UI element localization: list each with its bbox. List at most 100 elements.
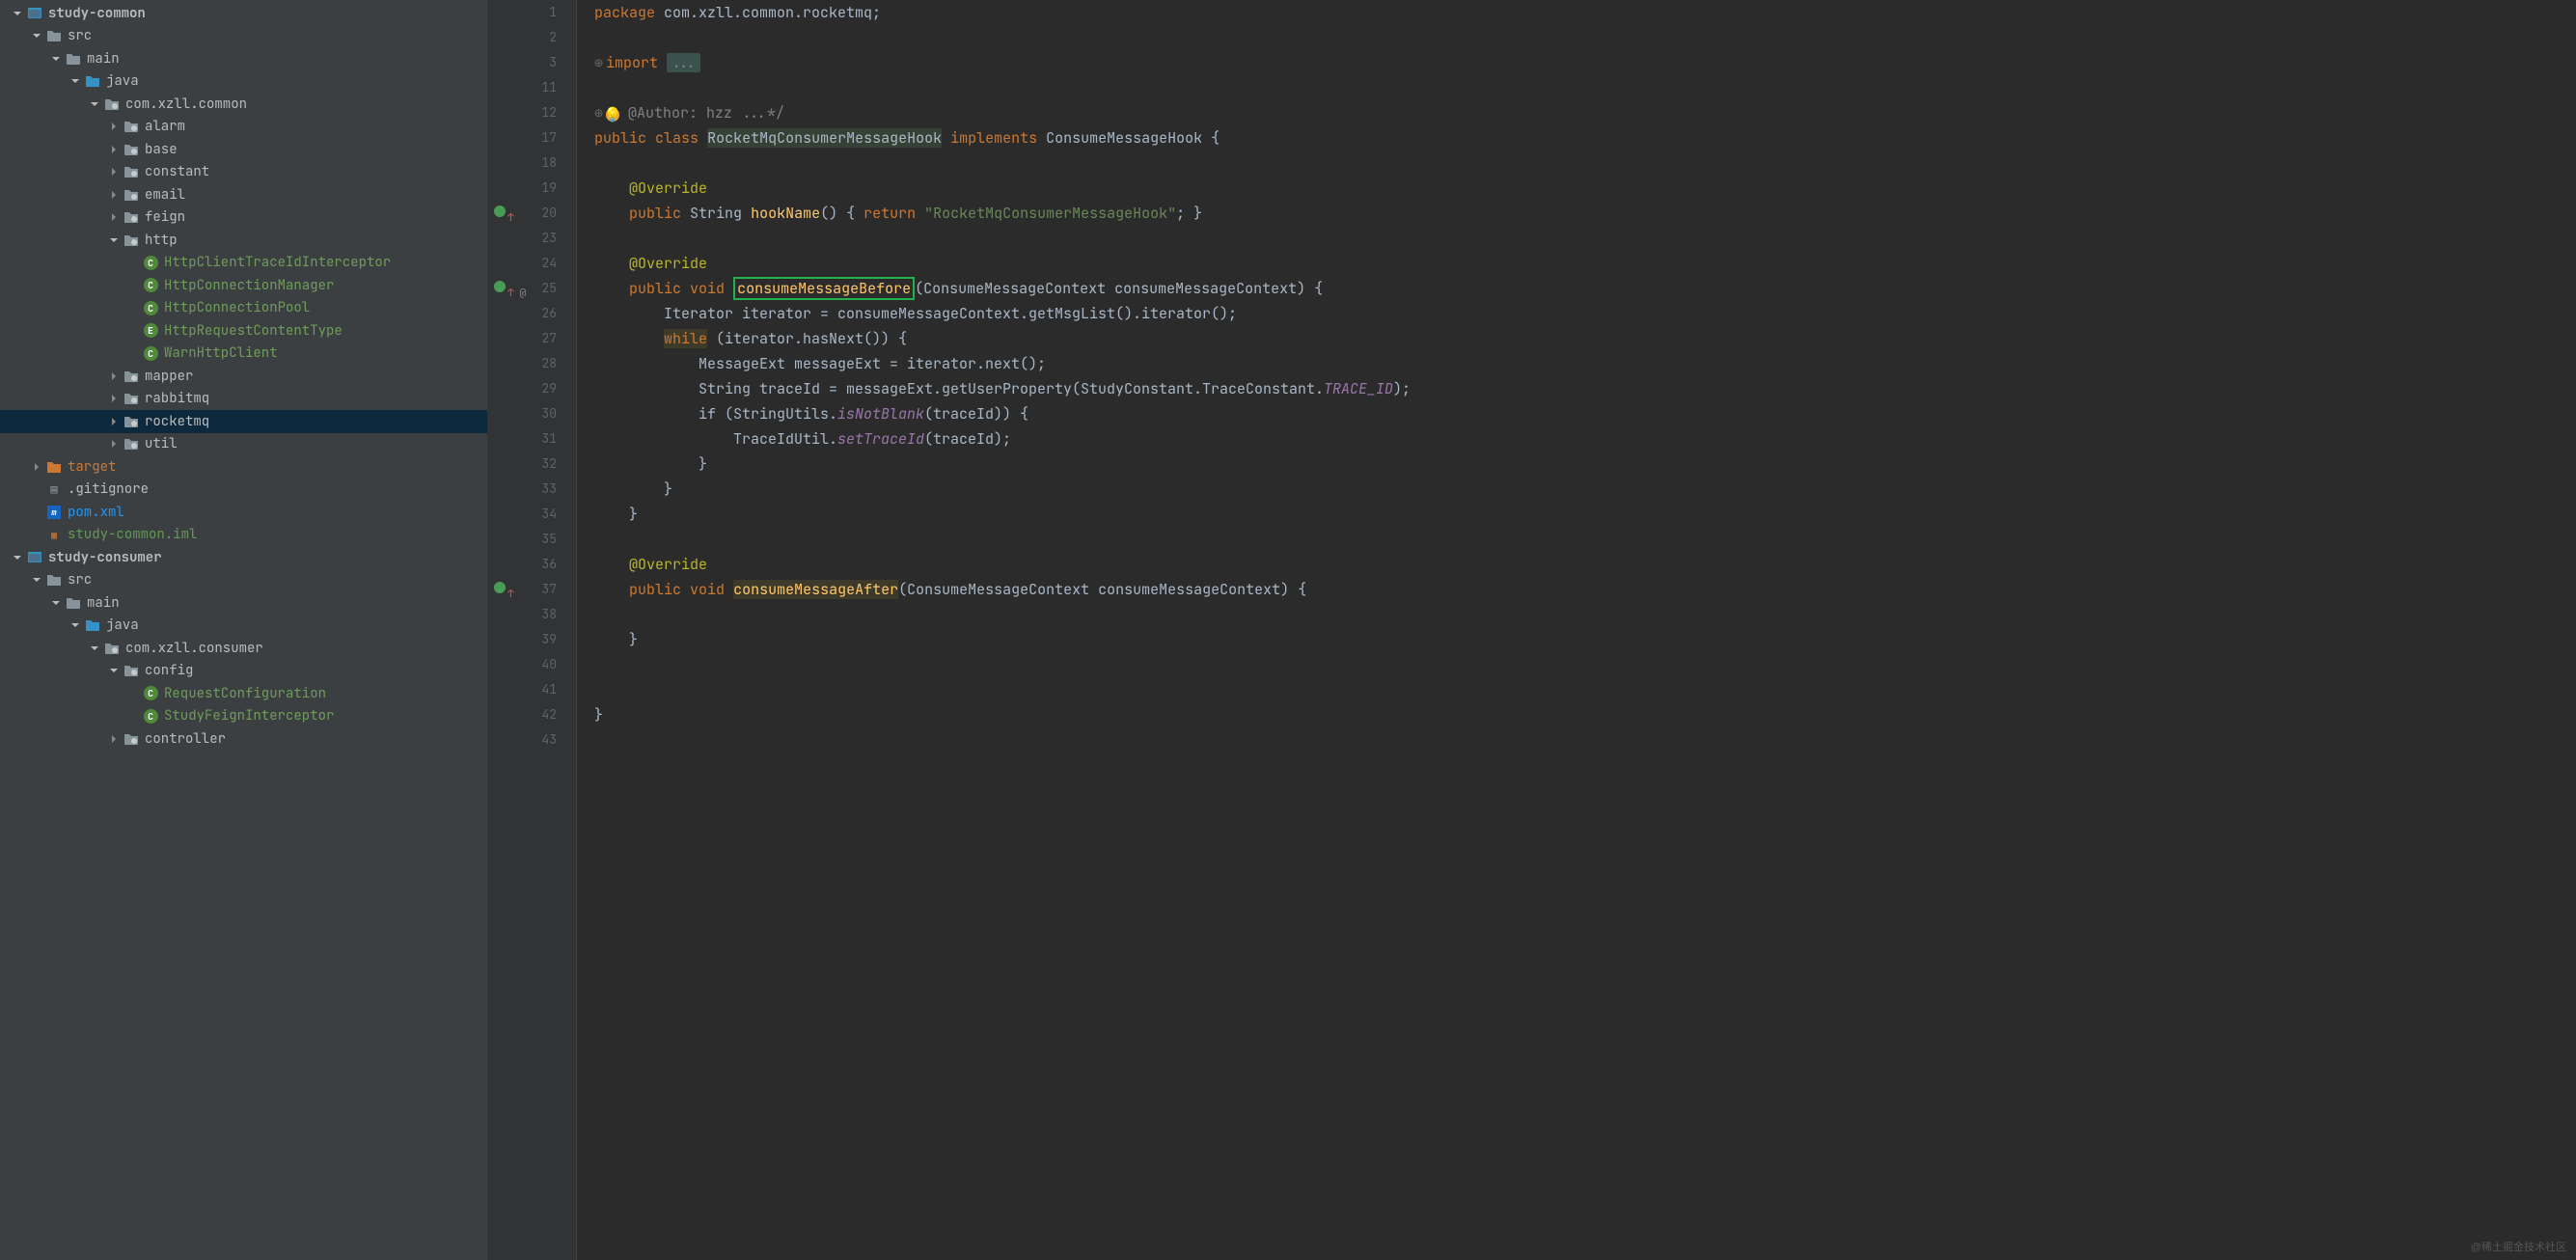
code-line[interactable]: while (iterator.hasNext()) { <box>594 326 2576 351</box>
package-icon <box>123 233 139 248</box>
chevron-right-icon[interactable] <box>106 436 122 452</box>
tree-item-feign[interactable]: feign <box>0 206 487 230</box>
tree-item-label: HttpRequestContentType <box>164 322 343 340</box>
package-icon <box>123 414 139 429</box>
tree-item-constant[interactable]: constant <box>0 161 487 184</box>
code-line[interactable]: public void consumeMessageAfter(ConsumeM… <box>594 577 2576 602</box>
tree-item-label: StudyFeignInterceptor <box>164 707 334 725</box>
code-line[interactable] <box>594 25 2576 50</box>
chevron-right-icon[interactable] <box>106 187 122 203</box>
tree-item-httpconnectionpool[interactable]: CHttpConnectionPool <box>0 297 487 320</box>
code-line[interactable] <box>594 151 2576 176</box>
code-line[interactable]: String traceId = messageExt.getUserPrope… <box>594 376 2576 401</box>
code-line[interactable] <box>594 602 2576 627</box>
code-line[interactable]: TraceIdUtil.setTraceId(traceId); <box>594 426 2576 452</box>
chevron-down-icon[interactable] <box>106 663 122 678</box>
tree-item-src[interactable]: src <box>0 569 487 592</box>
code-line[interactable]: } <box>594 452 2576 477</box>
code-line[interactable] <box>594 226 2576 251</box>
code-line[interactable]: } <box>594 627 2576 652</box>
tree-item-httpconnectionmanager[interactable]: CHttpConnectionManager <box>0 274 487 297</box>
code-line[interactable]: Iterator iterator = consumeMessageContex… <box>594 301 2576 326</box>
token: MessageExt messageExt = iterator.next(); <box>594 354 1046 373</box>
chevron-down-icon[interactable] <box>68 617 83 633</box>
code-line[interactable]: @Override <box>594 176 2576 201</box>
tree-item-label: pom.xml <box>68 504 124 521</box>
tree-item-main[interactable]: main <box>0 591 487 615</box>
tree-item-controller[interactable]: controller <box>0 727 487 751</box>
tree-item-study-common[interactable]: study-common <box>0 2 487 25</box>
tree-item--gitignore[interactable]: ▤.gitignore <box>0 479 487 502</box>
code-line[interactable]: @Override <box>594 251 2576 276</box>
tree-item-config[interactable]: config <box>0 660 487 683</box>
code-area[interactable]: package com.xzll.common.rocketmq; ⊕import… <box>577 0 2576 1260</box>
tree-item-requestconfiguration[interactable]: CRequestConfiguration <box>0 682 487 705</box>
code-line[interactable]: } <box>594 502 2576 527</box>
chevron-down-icon[interactable] <box>29 28 44 43</box>
code-line[interactable]: } <box>594 702 2576 727</box>
code-line[interactable] <box>594 527 2576 552</box>
chevron-down-icon[interactable] <box>87 641 102 656</box>
tree-item-label: controller <box>145 730 226 748</box>
bulb-icon[interactable]: 💡 <box>606 108 619 122</box>
chevron-right-icon[interactable] <box>29 459 44 475</box>
project-tree[interactable]: study-commonsrcmainjavacom.xzll.commonal… <box>0 0 488 1260</box>
code-line[interactable] <box>594 727 2576 753</box>
chevron-right-icon[interactable] <box>106 209 122 225</box>
tree-item-rabbitmq[interactable]: rabbitmq <box>0 388 487 411</box>
chevron-down-icon[interactable] <box>48 595 64 611</box>
tree-item-study-consumer[interactable]: study-consumer <box>0 546 487 569</box>
tree-item-mapper[interactable]: mapper <box>0 365 487 388</box>
tree-item-study-common-iml[interactable]: ▦study-common.iml <box>0 524 487 547</box>
code-line[interactable]: ⊕import ... <box>594 50 2576 75</box>
tree-item-com-xzll-common[interactable]: com.xzll.common <box>0 93 487 116</box>
chevron-down-icon[interactable] <box>29 572 44 588</box>
code-line[interactable]: public String hookName() { return "Rocke… <box>594 201 2576 226</box>
code-line[interactable]: if (StringUtils.isNotBlank(traceId)) { <box>594 401 2576 426</box>
chevron-right-icon[interactable] <box>106 414 122 429</box>
code-line[interactable]: @Override <box>594 552 2576 577</box>
chevron-right-icon[interactable] <box>106 119 122 134</box>
code-line[interactable] <box>594 677 2576 702</box>
tree-item-http[interactable]: http <box>0 229 487 252</box>
chevron-right-icon[interactable] <box>106 731 122 747</box>
tree-item-java[interactable]: java <box>0 615 487 638</box>
token: "RocketMqConsumerMessageHook" <box>924 204 1176 223</box>
tree-item-pom-xml[interactable]: m pom.xml <box>0 501 487 524</box>
tree-item-alarm[interactable]: alarm <box>0 116 487 139</box>
tree-item-base[interactable]: base <box>0 138 487 161</box>
chevron-down-icon[interactable] <box>68 73 83 89</box>
code-line[interactable]: ⊕💡 @Author: hzz ...*/ <box>594 100 2576 125</box>
chevron-down-icon[interactable] <box>10 550 25 565</box>
chevron-right-icon[interactable] <box>106 391 122 406</box>
code-line[interactable] <box>594 75 2576 100</box>
code-line[interactable]: public class RocketMqConsumerMessageHook… <box>594 125 2576 151</box>
chevron-right-icon[interactable] <box>106 164 122 179</box>
file-m-icon: m <box>46 505 62 520</box>
tree-item-util[interactable]: util <box>0 433 487 456</box>
tree-item-rocketmq[interactable]: rocketmq <box>0 410 487 433</box>
tree-item-httpclienttraceidinterceptor[interactable]: CHttpClientTraceIdInterceptor <box>0 252 487 275</box>
tree-item-target[interactable]: target <box>0 455 487 479</box>
tree-item-label: rocketmq <box>145 413 209 430</box>
code-line[interactable]: } <box>594 477 2576 502</box>
chevron-down-icon[interactable] <box>10 6 25 21</box>
code-line[interactable] <box>594 652 2576 677</box>
tree-item-src[interactable]: src <box>0 25 487 48</box>
code-line[interactable]: public void consumeMessageBefore(Consume… <box>594 276 2576 301</box>
tree-item-studyfeigninterceptor[interactable]: CStudyFeignInterceptor <box>0 705 487 728</box>
code-line[interactable]: package com.xzll.common.rocketmq; <box>594 0 2576 25</box>
chevron-down-icon[interactable] <box>87 96 102 112</box>
chevron-right-icon[interactable] <box>106 369 122 384</box>
tree-item-com-xzll-consumer[interactable]: com.xzll.consumer <box>0 637 487 660</box>
tree-item-email[interactable]: email <box>0 183 487 206</box>
chevron-down-icon[interactable] <box>48 51 64 67</box>
tree-item-main[interactable]: main <box>0 47 487 70</box>
tree-item-httprequestcontenttype[interactable]: EHttpRequestContentType <box>0 319 487 342</box>
tree-item-warnhttpclient[interactable]: CWarnHttpClient <box>0 342 487 366</box>
chevron-down-icon[interactable] <box>106 233 122 248</box>
tree-item-java[interactable]: java <box>0 70 487 94</box>
code-line[interactable]: MessageExt messageExt = iterator.next(); <box>594 351 2576 376</box>
fold-icon[interactable]: ⊕ <box>594 50 606 75</box>
chevron-right-icon[interactable] <box>106 142 122 157</box>
